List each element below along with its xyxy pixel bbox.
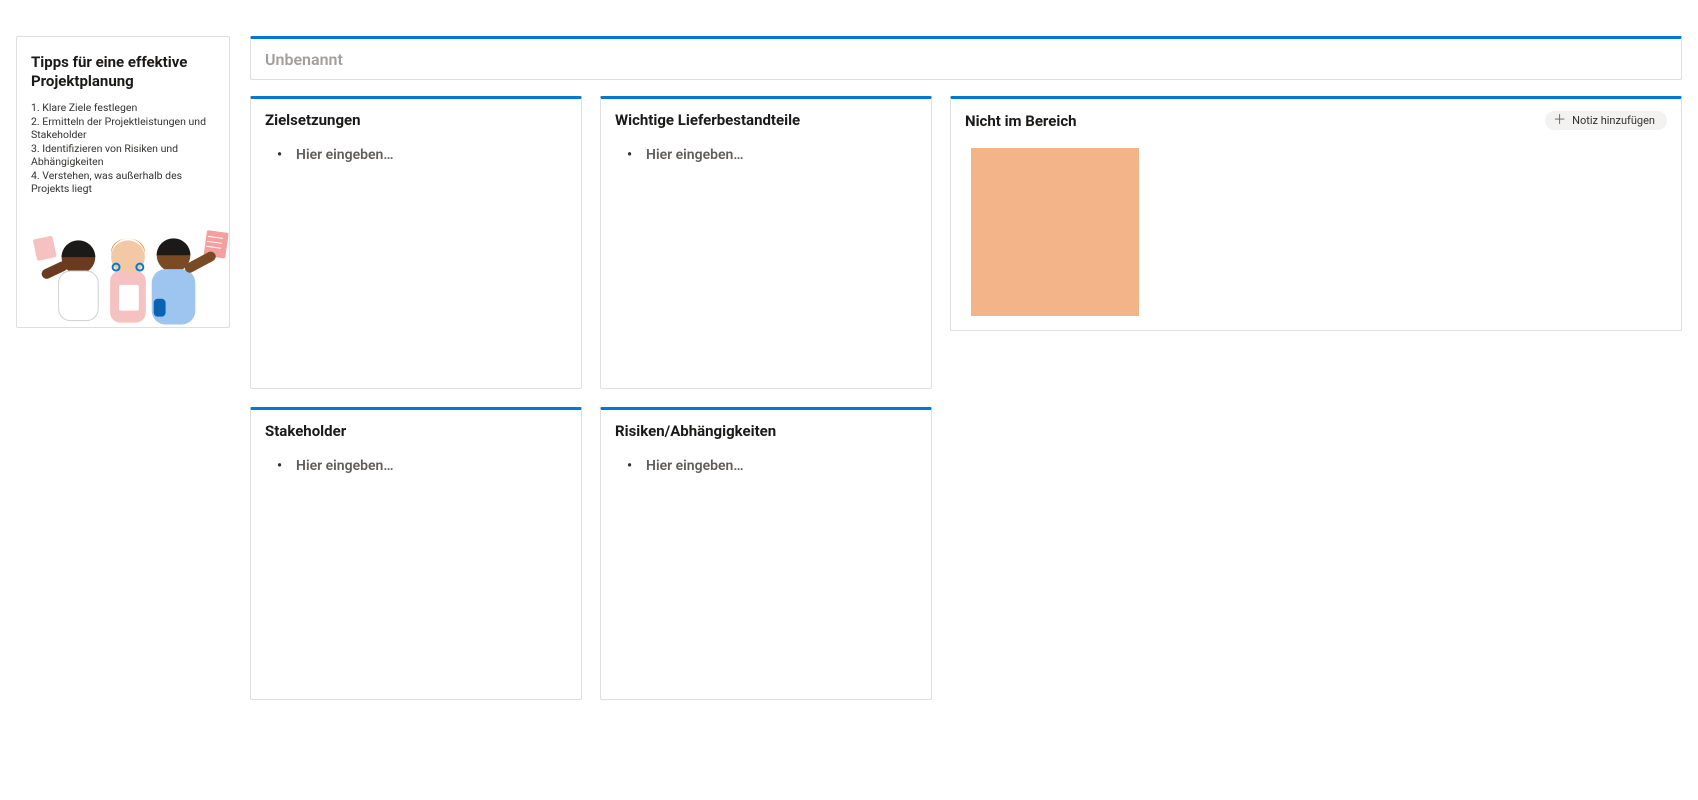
tips-item: Identifizieren von Risiken und Abhängigk… [31,142,215,168]
section-out-of-scope[interactable]: Nicht im Bereich ＋ Notiz hinzufügen [950,96,1682,331]
add-note-label: Notiz hinzufügen [1572,114,1655,127]
board-title-placeholder: Unbenannt [265,50,343,69]
section-title: Stakeholder [265,422,346,440]
add-note-button[interactable]: ＋ Notiz hinzufügen [1545,111,1667,130]
section-title: Wichtige Lieferbestandteile [615,111,800,129]
section-risks[interactable]: Risiken/Abhängigkeiten Hier eingeben… [600,407,932,700]
main-column: Unbenannt Zielsetzungen Hier eingeben… S… [250,36,1682,700]
tips-card: Tipps für eine effektive Projektplanung … [16,36,230,328]
section-title: Risiken/Abhängigkeiten [615,422,776,440]
tips-list: Klare Ziele festlegen Ermitteln der Proj… [31,101,215,196]
section-stakeholders[interactable]: Stakeholder Hier eingeben… [250,407,582,700]
people-illustration [17,227,229,327]
section-body-placeholder[interactable]: Hier eingeben… [615,458,917,474]
section-body-placeholder[interactable]: Hier eingeben… [265,147,567,163]
section-body-placeholder[interactable]: Hier eingeben… [265,458,567,474]
tips-item: Verstehen, was außerhalb des Projekts li… [31,169,215,195]
whiteboard-canvas[interactable]: Tipps für eine effektive Projektplanung … [0,0,1698,800]
plus-icon: ＋ [1553,114,1566,127]
section-title: Zielsetzungen [265,111,361,129]
tips-title: Tipps für eine effektive Projektplanung [31,53,215,91]
section-title: Nicht im Bereich [965,112,1077,130]
tips-item: Klare Ziele festlegen [31,101,215,114]
sticky-note[interactable] [971,148,1139,316]
sections-grid: Zielsetzungen Hier eingeben… Stakeholder… [250,96,1682,700]
section-goals[interactable]: Zielsetzungen Hier eingeben… [250,96,582,389]
section-body-placeholder[interactable]: Hier eingeben… [615,147,917,163]
section-deliverables[interactable]: Wichtige Lieferbestandteile Hier eingebe… [600,96,932,389]
tips-item: Ermitteln der Projektleistungen und Stak… [31,115,215,141]
board-title-input[interactable]: Unbenannt [250,36,1682,80]
